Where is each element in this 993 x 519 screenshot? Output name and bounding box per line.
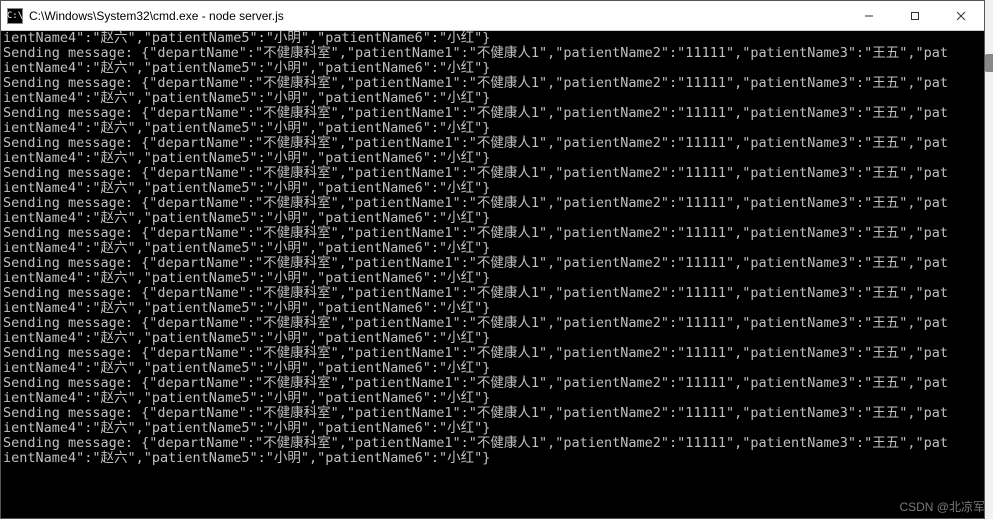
- cmd-icon: C:\: [7, 8, 23, 24]
- maximize-button[interactable]: [892, 1, 938, 30]
- maximize-icon: [910, 11, 920, 21]
- cmd-window: C:\ C:\Windows\System32\cmd.exe - node s…: [0, 0, 985, 519]
- minimize-icon: [864, 11, 874, 21]
- window-title: C:\Windows\System32\cmd.exe - node serve…: [29, 9, 846, 23]
- close-icon: [956, 11, 966, 21]
- titlebar[interactable]: C:\ C:\Windows\System32\cmd.exe - node s…: [1, 1, 984, 31]
- window-controls: [846, 1, 984, 30]
- side-sliver: [985, 54, 993, 72]
- close-button[interactable]: [938, 1, 984, 30]
- minimize-button[interactable]: [846, 1, 892, 30]
- terminal-output[interactable]: ientName4":"赵六","patientName5":"小明","pat…: [1, 31, 984, 518]
